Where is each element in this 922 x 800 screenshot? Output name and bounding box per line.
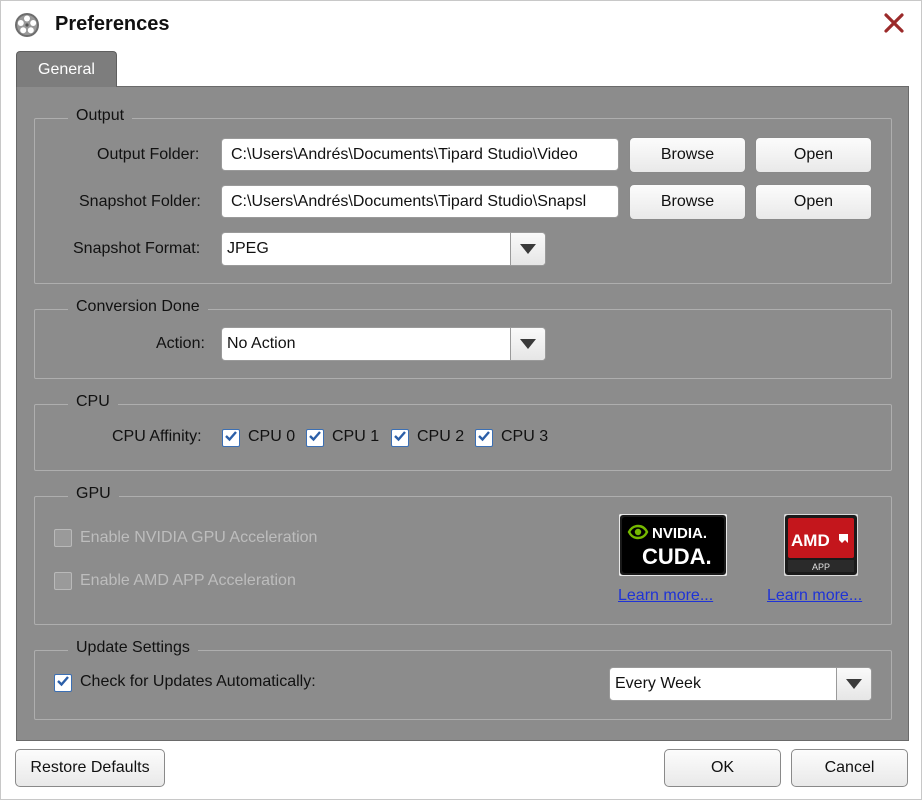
amd-app-badge: AMD APP bbox=[783, 513, 859, 577]
window-title: Preferences bbox=[55, 13, 170, 35]
nvidia-learn-more-link[interactable]: Learn more... bbox=[618, 587, 713, 605]
update-frequency-select[interactable]: Every Week bbox=[609, 667, 872, 701]
check-mark-icon bbox=[224, 429, 238, 448]
output-group-title: Output bbox=[68, 107, 133, 125]
general-panel: Output Output Folder: C:\Users\Andrés\Do… bbox=[16, 86, 909, 741]
snapshot-folder-field[interactable]: C:\Users\Andrés\Documents\Tipard Studio\… bbox=[221, 185, 619, 218]
gpu-group-title: GPU bbox=[68, 485, 119, 503]
cpu-3-label: CPU 3 bbox=[501, 428, 549, 445]
title-bar: Preferences bbox=[1, 1, 921, 49]
action-select[interactable]: No Action bbox=[221, 327, 546, 361]
cpu-0-label: CPU 0 bbox=[248, 428, 296, 445]
nvidia-badge-top: NVIDIA. bbox=[652, 525, 707, 542]
output-folder-field[interactable]: C:\Users\Andrés\Documents\Tipard Studio\… bbox=[221, 138, 619, 171]
output-group: Output Output Folder: C:\Users\Andrés\Do… bbox=[34, 107, 892, 284]
update-settings-group: Update Settings Check for Updates Automa… bbox=[34, 639, 892, 720]
snapshot-folder-label: Snapshot Folder: bbox=[79, 193, 201, 210]
nvidia-cuda-badge: NVIDIA. CUDA. bbox=[618, 513, 728, 577]
cpu-2-label: CPU 2 bbox=[417, 428, 465, 445]
cpu-0-checkbox[interactable] bbox=[222, 429, 240, 447]
update-settings-title: Update Settings bbox=[68, 639, 198, 657]
cpu-group: CPU CPU Affinity: CPU 0 CPU 1 CPU 2 CPU … bbox=[34, 393, 892, 471]
amd-badge-bottom: APP bbox=[812, 562, 830, 572]
output-folder-label: Output Folder: bbox=[97, 146, 200, 163]
cpu-1-checkbox[interactable] bbox=[306, 429, 324, 447]
check-mark-icon bbox=[393, 429, 407, 448]
close-button[interactable] bbox=[879, 11, 909, 39]
cpu-3-checkbox[interactable] bbox=[475, 429, 493, 447]
cancel-button[interactable]: Cancel bbox=[791, 749, 908, 787]
output-open-button[interactable]: Open bbox=[755, 137, 872, 173]
nvidia-acceleration-label: Enable NVIDIA GPU Acceleration bbox=[80, 529, 318, 546]
snapshot-open-button[interactable]: Open bbox=[755, 184, 872, 220]
output-browse-button[interactable]: Browse bbox=[629, 137, 746, 173]
triangle-down-icon[interactable] bbox=[510, 328, 545, 360]
snapshot-format-select[interactable]: JPEG bbox=[221, 232, 546, 266]
snapshot-format-value: JPEG bbox=[227, 240, 269, 257]
action-value: No Action bbox=[227, 335, 296, 352]
triangle-down-icon[interactable] bbox=[510, 233, 545, 265]
action-label: Action: bbox=[156, 335, 205, 352]
cpu-1-label: CPU 1 bbox=[332, 428, 380, 445]
preferences-window: Preferences General Output Output Folder… bbox=[0, 0, 922, 800]
triangle-down-icon[interactable] bbox=[836, 668, 871, 700]
cpu-affinity-label: CPU Affinity: bbox=[112, 428, 202, 445]
amd-learn-more-link[interactable]: Learn more... bbox=[767, 587, 862, 605]
close-x-icon bbox=[883, 12, 905, 39]
cpu-group-title: CPU bbox=[68, 393, 118, 411]
cpu-2-checkbox[interactable] bbox=[391, 429, 409, 447]
check-mark-icon bbox=[477, 429, 491, 448]
check-mark-icon bbox=[56, 674, 70, 693]
amd-acceleration-label: Enable AMD APP Acceleration bbox=[80, 572, 296, 589]
conversion-done-title: Conversion Done bbox=[68, 298, 208, 316]
film-reel-icon bbox=[14, 12, 40, 38]
nvidia-acceleration-checkbox[interactable] bbox=[54, 529, 72, 547]
tab-general[interactable]: General bbox=[16, 51, 117, 87]
nvidia-badge-bottom: CUDA. bbox=[642, 544, 712, 569]
check-mark-icon bbox=[308, 429, 322, 448]
snapshot-browse-button[interactable]: Browse bbox=[629, 184, 746, 220]
snapshot-format-label: Snapshot Format: bbox=[73, 240, 201, 257]
update-frequency-value: Every Week bbox=[615, 675, 701, 692]
amd-acceleration-checkbox[interactable] bbox=[54, 572, 72, 590]
amd-badge-top: AMD bbox=[791, 531, 830, 550]
ok-button[interactable]: OK bbox=[664, 749, 781, 787]
restore-defaults-button[interactable]: Restore Defaults bbox=[15, 749, 165, 787]
auto-update-label: Check for Updates Automatically: bbox=[80, 673, 316, 690]
conversion-done-group: Conversion Done Action: No Action bbox=[34, 298, 892, 379]
auto-update-checkbox[interactable] bbox=[54, 674, 72, 692]
gpu-group: GPU Enable NVIDIA GPU Acceleration Enabl… bbox=[34, 485, 892, 625]
